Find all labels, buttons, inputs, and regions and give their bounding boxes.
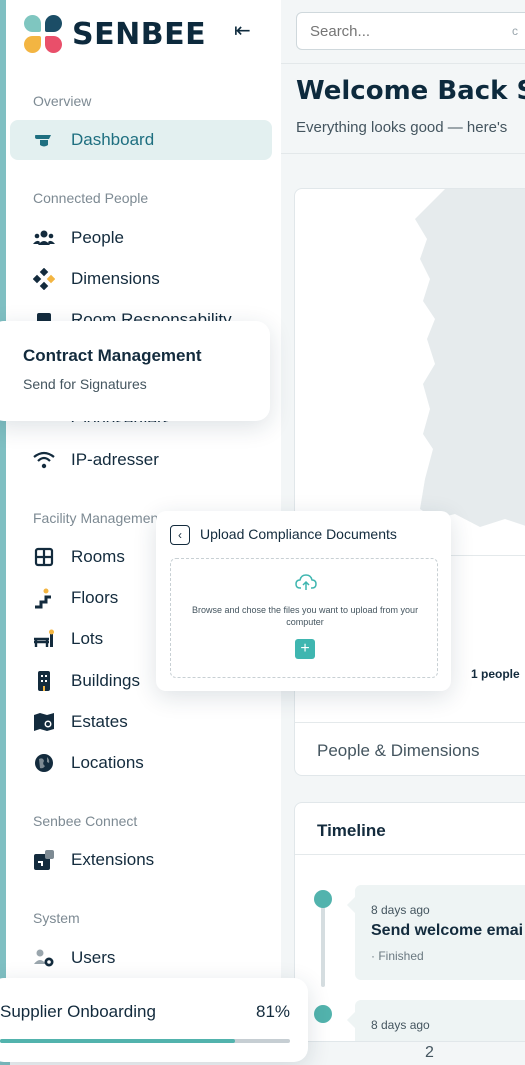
sidebar-item-label: Buildings bbox=[71, 671, 140, 690]
sidebar-item-label: Dashboard bbox=[71, 130, 155, 149]
upload-documents-card: ‹ Upload Compliance Documents Browse and… bbox=[156, 511, 451, 691]
section-title-system: System bbox=[33, 910, 80, 926]
cloud-upload-icon bbox=[295, 574, 317, 590]
timeline-dot bbox=[314, 1005, 332, 1023]
sidebar-item-label: Floors bbox=[71, 588, 119, 607]
sidebar-item-label: Users bbox=[71, 948, 116, 967]
page-number: 2 bbox=[425, 1044, 434, 1061]
sidebar-item-ip-adresser[interactable]: IP-adresser bbox=[10, 440, 272, 480]
contract-card-title: Contract Management bbox=[23, 346, 202, 365]
onboarding-label: Supplier Onboarding bbox=[0, 1002, 156, 1021]
dimensions-icon bbox=[33, 268, 55, 290]
onboarding-percent: 81% bbox=[256, 1002, 291, 1021]
sidebar-item-label: Estates bbox=[71, 712, 128, 731]
timeline-title: Timeline bbox=[317, 821, 386, 840]
contract-management-card[interactable]: Contract Management Send for Signatures bbox=[0, 321, 270, 421]
section-title-facility-management: Facility Management bbox=[33, 510, 163, 526]
people-dimensions-label[interactable]: People & Dimensions bbox=[317, 741, 480, 761]
sidebar-item-users[interactable]: Users bbox=[10, 938, 272, 978]
section-title-connected-people: Connected People bbox=[33, 190, 149, 206]
lots-icon bbox=[33, 628, 55, 650]
sidebar-item-label: Lots bbox=[71, 629, 104, 648]
timeline-event-time: 8 days ago bbox=[371, 903, 430, 917]
logo[interactable]: SENBEE bbox=[24, 14, 206, 54]
page-title: Welcome Back S bbox=[296, 76, 525, 106]
section-title-senbee-connect: Senbee Connect bbox=[33, 813, 138, 829]
people-icon bbox=[33, 227, 55, 249]
timeline-event[interactable]: 8 days ago bbox=[347, 1000, 525, 1041]
sidebar-item-locations[interactable]: Locations bbox=[10, 743, 272, 783]
sidebar-item-label: Extensions bbox=[71, 850, 155, 869]
map-divider bbox=[295, 722, 525, 723]
search-input[interactable] bbox=[296, 12, 525, 50]
header-divider bbox=[281, 63, 525, 64]
section-title-overview: Overview bbox=[33, 93, 92, 109]
sidebar-item-estates[interactable]: Estates bbox=[10, 702, 272, 742]
users-settings-icon bbox=[33, 947, 55, 969]
back-chevron-icon[interactable]: ‹ bbox=[170, 525, 190, 545]
timeline-event[interactable]: 8 days ago Send welcome emai · Finished bbox=[347, 885, 525, 980]
logo-mark-icon bbox=[24, 15, 62, 53]
extensions-icon bbox=[33, 849, 55, 871]
sidebar-item-label: Rooms bbox=[71, 547, 125, 566]
sidebar-item-label: IP-adresser bbox=[71, 450, 159, 469]
sidebar-item-dimensions[interactable]: Dimensions bbox=[10, 259, 272, 299]
sidebar-item-label: People bbox=[71, 228, 124, 247]
dashboard-icon bbox=[33, 129, 55, 151]
floors-icon bbox=[33, 587, 55, 609]
onboarding-progress-track bbox=[0, 1039, 290, 1043]
subtitle-divider bbox=[281, 153, 525, 154]
onboarding-progress-fill bbox=[0, 1039, 235, 1043]
logo-text: SENBEE bbox=[72, 16, 207, 52]
add-file-button[interactable]: + bbox=[295, 639, 315, 659]
upload-card-title: Upload Compliance Documents bbox=[200, 526, 397, 542]
timeline-event-status: · Finished bbox=[371, 949, 424, 963]
sidebar-item-label: Dimensions bbox=[71, 269, 160, 288]
timeline-event-time: 8 days ago bbox=[371, 1018, 430, 1032]
timeline-line bbox=[321, 907, 325, 987]
collapse-left-icon[interactable]: ⇤ bbox=[234, 18, 251, 43]
wifi-icon bbox=[33, 449, 55, 471]
timeline-event-title: Send welcome emai bbox=[371, 922, 524, 939]
page-subtitle: Everything looks good — here's bbox=[296, 119, 508, 136]
upload-hint: Browse and chose the files you want to u… bbox=[191, 605, 419, 627]
globe-icon bbox=[33, 752, 55, 774]
file-dropzone[interactable]: Browse and chose the files you want to u… bbox=[170, 558, 438, 678]
sidebar-item-dashboard[interactable]: Dashboard bbox=[10, 120, 272, 160]
timeline-card: Timeline 8 days ago Send welcome emai · … bbox=[294, 802, 525, 1042]
sidebar-item-people[interactable]: People bbox=[10, 218, 272, 258]
map-shape[interactable] bbox=[295, 189, 525, 555]
supplier-onboarding-card[interactable]: Supplier Onboarding 81% bbox=[0, 978, 308, 1062]
estates-icon bbox=[33, 711, 55, 733]
people-count: 1 people bbox=[471, 667, 520, 681]
rooms-icon bbox=[33, 546, 55, 568]
search-shortcut: c bbox=[512, 24, 518, 38]
sidebar-item-extensions[interactable]: Extensions bbox=[10, 840, 272, 880]
sidebar-item-label: Locations bbox=[71, 753, 144, 772]
contract-card-subtitle: Send for Signatures bbox=[23, 376, 147, 392]
timeline-dot bbox=[314, 890, 332, 908]
building-icon bbox=[33, 670, 55, 692]
timeline-divider bbox=[295, 854, 525, 855]
